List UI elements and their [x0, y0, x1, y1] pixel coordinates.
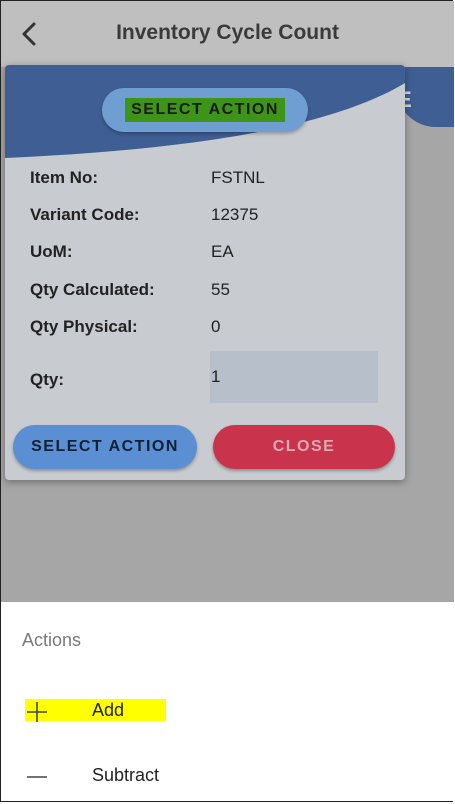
item-dialog: SELECT ACTION Item No: FSTNL Variant Cod… — [5, 65, 405, 480]
qty-physical-label: Qty Physical: — [30, 317, 138, 336]
app-header: Inventory Cycle Count — [1, 1, 454, 67]
close-button[interactable]: CLOSE — [213, 425, 395, 469]
qty-calculated-value: 55 — [211, 280, 230, 299]
item-no-value: FSTNL — [211, 168, 265, 187]
minus-icon — [27, 776, 47, 778]
actions-sheet-title: Actions — [22, 630, 82, 650]
uom-value: EA — [211, 242, 234, 261]
plus-icon — [27, 702, 47, 722]
qty-input[interactable] — [210, 351, 378, 403]
qty-physical-value: 0 — [211, 317, 221, 336]
item-no-label: Item No: — [30, 168, 98, 187]
top-select-action-label: SELECT ACTION — [125, 98, 285, 122]
action-item-add-label: Add — [92, 700, 125, 720]
actions-bottom-sheet: Actions Add Subtract — [1, 602, 453, 801]
variant-code-label: Variant Code: — [30, 205, 140, 224]
variant-code-value: 12375 — [211, 205, 259, 224]
uom-label: UoM: — [30, 242, 73, 261]
page-title: Inventory Cycle Count — [116, 21, 339, 44]
qty-label: Qty: — [30, 370, 64, 389]
top-select-action-button[interactable]: SELECT ACTION — [102, 88, 308, 132]
select-action-button[interactable]: SELECT ACTION — [13, 425, 197, 469]
qty-calculated-label: Qty Calculated: — [30, 280, 155, 299]
action-item-subtract[interactable]: Subtract — [1, 759, 453, 803]
action-item-subtract-label: Subtract — [92, 765, 160, 785]
action-item-add[interactable]: Add — [1, 694, 453, 738]
